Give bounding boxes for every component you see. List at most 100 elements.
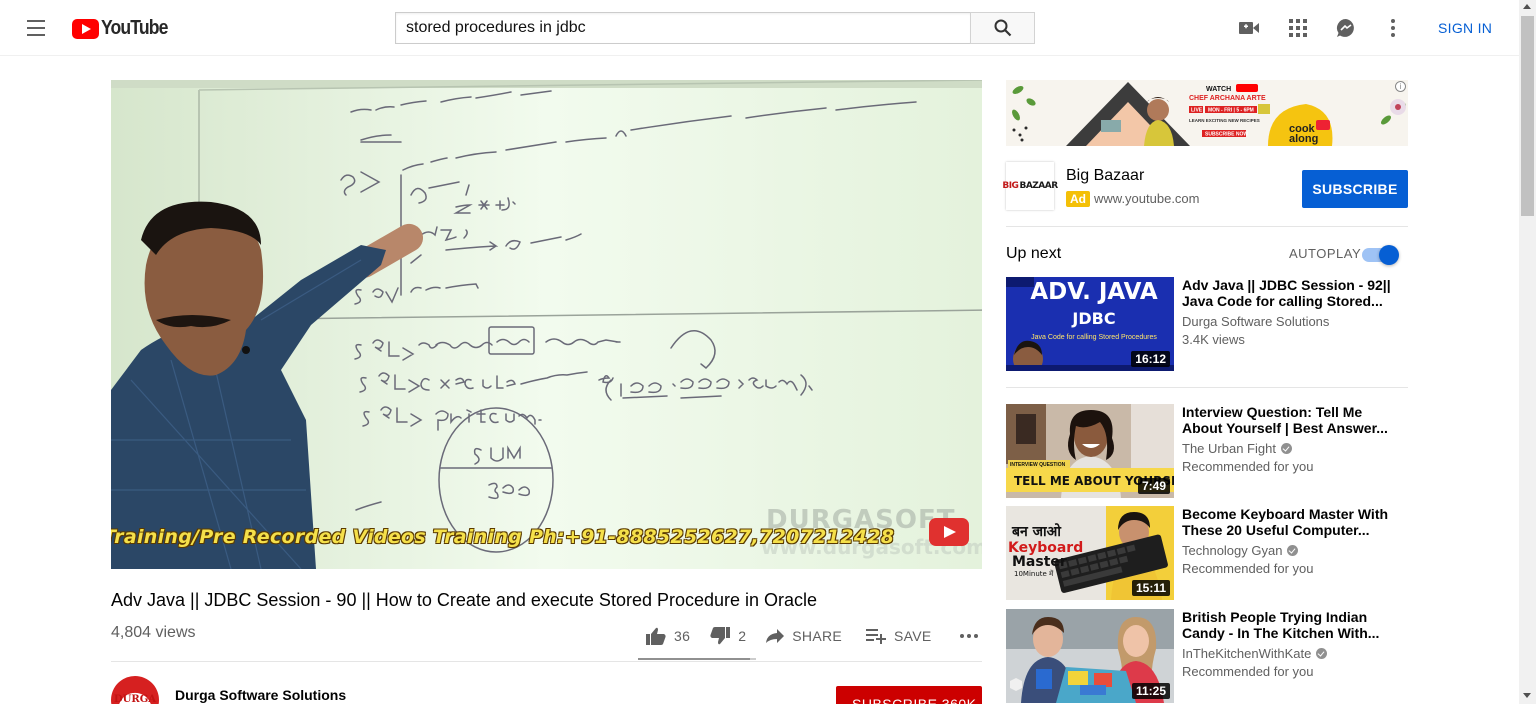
subscribe-button[interactable]: SUBSCRIBE 360K (836, 686, 982, 704)
vertical-dots-icon[interactable] (1381, 16, 1405, 40)
sidebar-item-video[interactable]: बन जाओ Keyboard Master 10Minute में 15:1… (1006, 506, 1408, 600)
apps-grid-icon[interactable] (1286, 16, 1310, 40)
ad-logo-text-b: BAZAAR (1019, 181, 1058, 191)
sidebar-item-video[interactable]: INTERVIEW QUESTION TELL ME ABOUT YOURSEL… (1006, 404, 1408, 498)
video-duration: 11:25 (1131, 683, 1170, 699)
player-caption-banner: Training/Pre Recorded Videos Training Ph… (111, 526, 895, 548)
sidebar-item-video[interactable]: 11:25 British People Trying Indian Candy… (1006, 609, 1408, 703)
ad-advertiser-logo[interactable]: BIG BAZAAR (1002, 162, 1058, 210)
ad-banner-live: LIVE (1191, 108, 1203, 114)
thumbnail-tag: INTERVIEW QUESTION (1010, 462, 1066, 468)
verified-badge-icon (1316, 648, 1328, 659)
thumbnail-line3: Master (1012, 554, 1067, 570)
view-count: 4,804 views (111, 624, 196, 641)
video-title-link[interactable]: Interview Question: Tell Me About Yourse… (1182, 404, 1404, 436)
verified-badge-icon (1280, 443, 1292, 454)
share-button[interactable]: SHARE (766, 628, 842, 644)
video-duration: 15:11 (1131, 580, 1170, 596)
share-arrow-icon (766, 629, 785, 643)
video-thumbnail[interactable]: ADV. JAVA JDBC Java Code for calling Sto… (1006, 277, 1174, 371)
video-title-link[interactable]: Adv Java || JDBC Session - 92|| Java Cod… (1182, 277, 1404, 309)
ad-banner[interactable]: WATCH CHEF ARCHANA ARTE LIVE MON - FRI |… (1006, 80, 1408, 146)
ad-banner-learn: LEARN EXCITING NEW RECIPES (1189, 118, 1260, 123)
chat-bubble-icon[interactable] (1334, 16, 1358, 40)
video-channel-name: Durga Software Solutions (1182, 314, 1329, 329)
video-duration: 7:49 (1137, 478, 1170, 494)
scroll-up-arrow-icon[interactable] (1523, 4, 1531, 9)
divider (111, 661, 982, 662)
playlist-add-icon (866, 629, 887, 644)
scrollbar-thumb[interactable] (1521, 16, 1534, 216)
search-input[interactable] (395, 12, 971, 44)
video-channel-name: Technology Gyan (1182, 543, 1299, 558)
masthead: YouTube SIGN IN (0, 0, 1519, 56)
channel-name-text: Technology Gyan (1182, 543, 1283, 558)
dislike-count: 2 (738, 628, 747, 644)
autoplay-toggle-knob[interactable] (1379, 245, 1399, 265)
thumbs-up-icon (646, 627, 666, 645)
divider (1006, 387, 1408, 388)
channel-name-text: The Urban Fight (1182, 441, 1276, 456)
ad-banner-youtube-logo-icon (1236, 84, 1258, 92)
sentiment-bar-likes (638, 658, 750, 660)
video-title: Adv Java || JDBC Session - 90 || How to … (111, 590, 818, 610)
video-player[interactable]: DURGASOFT www.durgasoft.com Training/Pre… (111, 80, 982, 569)
video-camera-icon[interactable] (1237, 16, 1261, 40)
logo-text: YouTube (101, 17, 168, 39)
channel-avatar-text: DURGA (113, 694, 156, 704)
ad-info-icon[interactable]: i (1395, 81, 1406, 92)
video-channel-name: The Urban Fight (1182, 441, 1292, 456)
video-actions: 36 2 SHARE SAVE (646, 624, 978, 648)
video-title-link[interactable]: British People Trying Indian Candy - In … (1182, 609, 1404, 641)
video-meta: 3.4K views (1182, 332, 1245, 347)
youtube-play-logo-icon (72, 18, 99, 39)
dislike-button[interactable]: 2 (710, 627, 746, 645)
video-title-link[interactable]: Become Keyboard Master With These 20 Use… (1182, 506, 1404, 538)
ad-url: www.youtube.com (1094, 191, 1200, 206)
save-label: SAVE (894, 628, 932, 644)
search-icon (994, 19, 1011, 37)
thumbnail-title: ADV. JAVA (1030, 279, 1158, 305)
ad-badge: Ad (1066, 191, 1090, 207)
video-meta: Recommended for you (1182, 561, 1314, 576)
youtube-watermark-icon[interactable] (929, 518, 969, 546)
sign-in-link[interactable]: SIGN IN (1438, 20, 1492, 36)
ad-banner-chef: CHEF ARCHANA ARTE (1189, 95, 1266, 102)
thumbnail-line1: बन जाओ (1011, 523, 1062, 540)
video-meta: Recommended for you (1182, 459, 1314, 474)
channel-name-text: Durga Software Solutions (1182, 314, 1330, 329)
video-frame (111, 80, 982, 569)
video-duration: 16:12 (1131, 351, 1170, 367)
search-button[interactable] (970, 12, 1035, 44)
autoplay-label: AUTOPLAY (1289, 246, 1362, 261)
like-button[interactable]: 36 (646, 627, 690, 645)
ad-banner-watch: WATCH (1206, 86, 1231, 93)
hamburger-menu-icon[interactable] (24, 18, 48, 38)
save-button[interactable]: SAVE (866, 628, 932, 644)
thumbnail-subtitle: JDBC (1071, 309, 1115, 328)
sidebar-item-video[interactable]: ADV. JAVA JDBC Java Code for calling Sto… (1006, 277, 1408, 371)
video-thumbnail[interactable]: INTERVIEW QUESTION TELL ME ABOUT YOURSEL… (1006, 404, 1174, 498)
thumbs-down-icon (710, 627, 731, 645)
ad-banner-subscribe: SUBSCRIBE NOW (1205, 132, 1248, 138)
like-count: 36 (674, 628, 691, 644)
youtube-logo[interactable]: YouTube (72, 17, 177, 40)
scroll-down-arrow-icon[interactable] (1523, 693, 1531, 698)
ad-title[interactable]: Big Bazaar (1066, 167, 1144, 185)
divider (1006, 226, 1408, 227)
channel-name[interactable]: Durga Software Solutions (175, 687, 346, 703)
video-meta: Recommended for you (1182, 664, 1314, 679)
ad-banner-along: along (1289, 133, 1318, 145)
ad-banner-days: MON - FRI | 5 - 6PM (1208, 108, 1254, 114)
share-label: SHARE (792, 628, 843, 644)
more-actions-button[interactable] (959, 634, 978, 638)
channel-avatar[interactable]: DURGA (111, 676, 159, 704)
ad-banner-image: WATCH CHEF ARCHANA ARTE LIVE MON - FRI |… (1006, 80, 1408, 146)
verified-badge-icon (1287, 545, 1299, 556)
horizontal-dots-icon (959, 634, 978, 638)
video-thumbnail[interactable]: 11:25 (1006, 609, 1174, 703)
ad-subscribe-button[interactable]: SUBSCRIBE (1302, 170, 1408, 208)
ad-logo-text-a: BIG (1002, 181, 1019, 191)
video-thumbnail[interactable]: बन जाओ Keyboard Master 10Minute में 15:1… (1006, 506, 1174, 600)
channel-name-text: InTheKitchenWithKate (1182, 646, 1312, 661)
